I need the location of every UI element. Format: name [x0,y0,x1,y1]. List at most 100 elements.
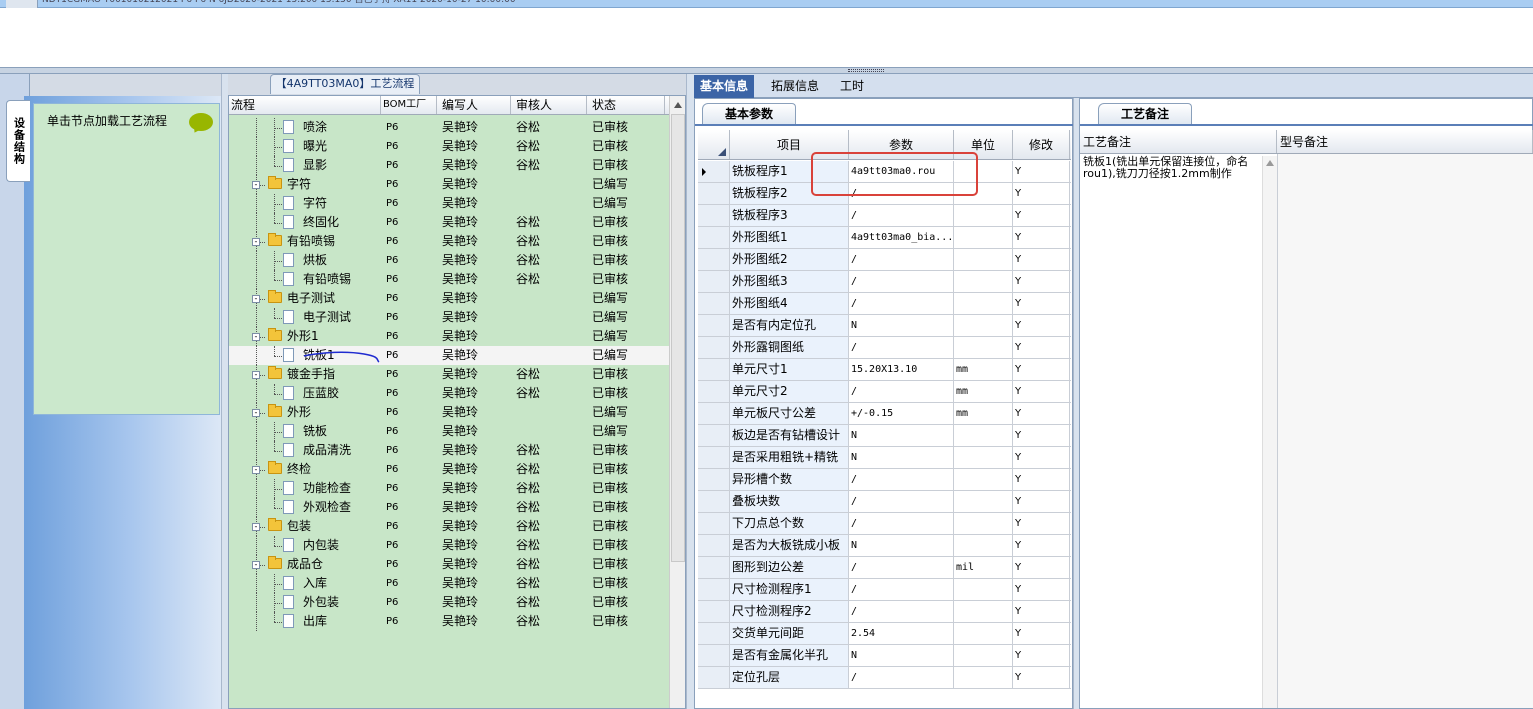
tree-node-step[interactable]: 显影 P6 吴艳玲 谷松 已审核 [229,156,669,175]
col-header-writer[interactable]: 编写人 [437,96,511,114]
param-row[interactable]: 图形到边公差 / mil Y [698,557,1071,579]
row-indicator[interactable] [698,381,730,402]
param-modify-cell[interactable]: Y [1013,315,1070,336]
tree-node-group[interactable]: - 终检 P6 吴艳玲 谷松 已审核 [229,460,669,479]
left-splitter[interactable] [221,74,228,709]
param-row[interactable]: 外形图纸3/ Y [698,271,1071,293]
param-value-cell[interactable]: N [849,315,954,336]
tree-node-step[interactable]: 曝光 P6 吴艳玲 谷松 已审核 [229,137,669,156]
param-value-cell[interactable]: N [849,447,954,468]
param-value-cell[interactable]: / [849,557,954,578]
row-indicator[interactable] [698,557,730,578]
param-modify-cell[interactable]: Y [1013,491,1070,512]
param-modify-cell[interactable]: Y [1013,513,1070,534]
param-value-cell[interactable]: / [849,381,954,402]
param-row[interactable]: 是否为大板铣成小板 N Y [698,535,1071,557]
row-indicator[interactable] [698,161,730,182]
tree-node-group[interactable]: - 有铅喷锡 P6 吴艳玲 谷松 已审核 [229,232,669,251]
param-value-cell[interactable]: 15.20X13.10 [849,359,954,380]
row-indicator[interactable] [698,227,730,248]
tree-node-step[interactable]: 外观检查 P6 吴艳玲 谷松 已审核 [229,498,669,517]
row-indicator[interactable] [698,183,730,204]
collapse-icon[interactable]: - [252,238,260,246]
col-header-reviewer[interactable]: 审核人 [511,96,587,114]
param-value-cell[interactable]: / [849,469,954,490]
scrollbar-thumb[interactable] [671,114,685,562]
tree-node-step[interactable]: 铣板1 P6 吴艳玲 已编写 [229,346,669,365]
row-indicator[interactable] [698,293,730,314]
param-row[interactable]: 尺寸检测程序1/ Y [698,579,1071,601]
tree-node-step[interactable]: 烘板 P6 吴艳玲 谷松 已审核 [229,251,669,270]
row-indicator[interactable] [698,249,730,270]
tree-node-step[interactable]: 内包装 P6 吴艳玲 谷松 已审核 [229,536,669,555]
col-header-bom[interactable]: BOM工厂 [381,96,437,114]
param-modify-cell[interactable]: Y [1013,623,1070,644]
param-row[interactable]: 是否有内定位孔 N Y [698,315,1071,337]
tree-node-step[interactable]: 终固化 P6 吴艳玲 谷松 已审核 [229,213,669,232]
scroll-up-icon[interactable] [674,102,682,108]
tab-basic-info[interactable]: 基本信息 [694,75,755,98]
row-indicator[interactable] [698,469,730,490]
craft-note-scrollbar[interactable] [1262,156,1277,708]
tab-craft-notes[interactable]: 工艺备注 [1098,103,1192,125]
param-modify-cell[interactable]: Y [1013,579,1070,600]
tree-node-step[interactable]: 字符 P6 吴艳玲 已编写 [229,194,669,213]
collapse-icon[interactable]: - [252,371,260,379]
tree-node-step[interactable]: 出库 P6 吴艳玲 谷松 已审核 [229,612,669,631]
param-row[interactable]: 单元板尺寸公差 +/-0.15 mm Y [698,403,1071,425]
param-value-cell[interactable]: / [849,271,954,292]
param-value-cell[interactable]: / [849,249,954,270]
param-value-cell[interactable]: / [849,205,954,226]
param-value-cell[interactable]: 2.54 [849,623,954,644]
tree-node-step[interactable]: 功能检查 P6 吴艳玲 谷松 已审核 [229,479,669,498]
row-indicator[interactable] [698,601,730,622]
param-row[interactable]: 外形图纸4/ Y [698,293,1071,315]
param-value-cell[interactable]: N [849,535,954,556]
collapse-icon[interactable]: - [252,409,260,417]
tab-work-hours[interactable]: 工时 [834,75,870,98]
param-modify-cell[interactable]: Y [1013,271,1070,292]
param-modify-cell[interactable]: Y [1013,645,1070,666]
col-header-model-note[interactable]: 型号备注 [1277,130,1533,153]
row-indicator[interactable] [698,315,730,336]
param-value-cell[interactable]: N [849,645,954,666]
row-indicator[interactable] [698,359,730,380]
collapse-icon[interactable]: - [252,466,260,474]
param-value-cell[interactable]: / [849,513,954,534]
tree-node-step[interactable]: 成品清洗 P6 吴艳玲 谷松 已审核 [229,441,669,460]
param-row[interactable]: 下刀点总个数 / Y [698,513,1071,535]
top-grid-selected-row[interactable]: NDT1CGMAO T001010212021 P6 P6 N 6JD2020-… [0,0,1533,8]
row-indicator[interactable] [698,337,730,358]
row-indicator[interactable] [698,579,730,600]
tree-node-group[interactable]: - 包装 P6 吴艳玲 谷松 已审核 [229,517,669,536]
tree-node-group[interactable]: - 外形1 P6 吴艳玲 已编写 [229,327,669,346]
tree-node-group[interactable]: - 成品仓 P6 吴艳玲 谷松 已审核 [229,555,669,574]
row-indicator[interactable] [698,645,730,666]
param-value-cell[interactable]: / [849,667,954,688]
param-modify-cell[interactable]: Y [1013,359,1070,380]
collapse-icon[interactable]: - [252,561,260,569]
tab-device-structure[interactable]: 设备结构 [6,100,30,182]
middle-splitter[interactable] [686,74,694,709]
collapse-icon[interactable]: - [252,295,260,303]
param-row[interactable]: 叠板块数 / Y [698,491,1071,513]
row-indicator[interactable] [698,491,730,512]
row-indicator[interactable] [698,447,730,468]
scroll-up-icon[interactable] [1266,160,1274,166]
tree-node-group[interactable]: - 电子测试 P6 吴艳玲 已编写 [229,289,669,308]
row-indicator[interactable] [698,271,730,292]
param-modify-cell[interactable]: Y [1013,535,1070,556]
param-value-cell[interactable]: 4a9tt03ma0_bia... [849,227,954,248]
tree-node-group[interactable]: - 镀金手指 P6 吴艳玲 谷松 已审核 [229,365,669,384]
param-row[interactable]: 外形图纸1 4a9tt03ma0_bia... Y [698,227,1071,249]
param-row[interactable]: 单元尺寸2/ mm Y [698,381,1071,403]
row-indicator[interactable] [698,403,730,424]
row-indicator[interactable] [698,513,730,534]
param-value-cell[interactable]: / [849,293,954,314]
tree-node-step[interactable]: 外包装 P6 吴艳玲 谷松 已审核 [229,593,669,612]
param-row[interactable]: 是否有金属化半孔 N Y [698,645,1071,667]
tree-node-group[interactable]: - 外形 P6 吴艳玲 已编写 [229,403,669,422]
collapse-icon[interactable]: - [252,333,260,341]
tab-basic-params[interactable]: 基本参数 [702,103,796,125]
param-value-cell[interactable]: / [849,337,954,358]
